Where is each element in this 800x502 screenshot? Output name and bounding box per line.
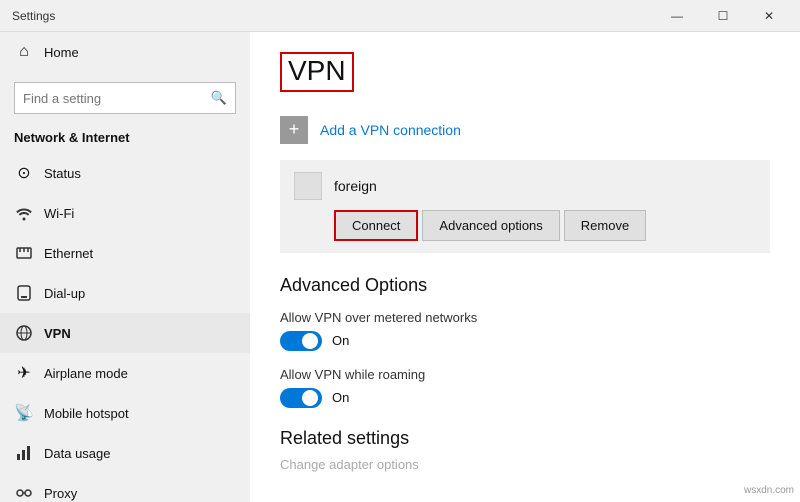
advanced-options-title: Advanced Options bbox=[280, 275, 770, 296]
search-input[interactable] bbox=[23, 91, 211, 106]
add-icon: + bbox=[280, 116, 308, 144]
advanced-options-button[interactable]: Advanced options bbox=[422, 210, 559, 241]
vpn-buttons: Connect Advanced options Remove bbox=[294, 210, 756, 241]
maximize-button[interactable]: ☐ bbox=[700, 0, 746, 32]
vpn-entry-name: foreign bbox=[334, 178, 377, 194]
window-controls: — ☐ ✕ bbox=[654, 0, 792, 32]
sidebar-item-label: VPN bbox=[44, 326, 71, 341]
app-title: Settings bbox=[12, 9, 55, 23]
watermark: wsxdn.com bbox=[744, 485, 794, 496]
sidebar-item-label: Airplane mode bbox=[44, 366, 128, 381]
sidebar-item-ethernet[interactable]: Ethernet bbox=[0, 233, 250, 273]
wifi-icon bbox=[14, 203, 34, 223]
sidebar-item-datausage[interactable]: Data usage bbox=[0, 433, 250, 473]
sidebar-item-airplane[interactable]: ✈ Airplane mode bbox=[0, 353, 250, 393]
ethernet-icon bbox=[14, 243, 34, 263]
sidebar-item-label: Ethernet bbox=[44, 246, 93, 261]
sidebar-section-title: Network & Internet bbox=[0, 124, 250, 153]
add-vpn-label: Add a VPN connection bbox=[320, 122, 461, 138]
sidebar-item-wifi[interactable]: Wi-Fi bbox=[0, 193, 250, 233]
vpn-entry: foreign Connect Advanced options Remove bbox=[280, 160, 770, 253]
option-roaming-label: Allow VPN while roaming bbox=[280, 367, 770, 382]
sidebar-search[interactable]: 🔍 bbox=[14, 82, 236, 114]
search-icon: 🔍 bbox=[211, 90, 227, 106]
minimize-button[interactable]: — bbox=[654, 0, 700, 32]
hotspot-icon: 📡 bbox=[14, 403, 34, 423]
status-icon: ⊙ bbox=[14, 163, 34, 183]
add-vpn-row[interactable]: + Add a VPN connection bbox=[280, 116, 770, 144]
home-icon: ⌂ bbox=[14, 42, 34, 62]
connect-button[interactable]: Connect bbox=[334, 210, 418, 241]
airplane-icon: ✈ bbox=[14, 363, 34, 383]
app-body: ⌂ Home 🔍 Network & Internet ⊙ Status Wi-… bbox=[0, 32, 800, 502]
option-row-roaming: Allow VPN while roaming On bbox=[280, 367, 770, 408]
title-bar: Settings — ☐ ✕ bbox=[0, 0, 800, 32]
vpn-entry-icon bbox=[294, 172, 322, 200]
sidebar-item-home[interactable]: ⌂ Home bbox=[0, 32, 250, 72]
toggle-row-roaming: On bbox=[280, 388, 770, 408]
sidebar-item-label: Status bbox=[44, 166, 81, 181]
close-button[interactable]: ✕ bbox=[746, 0, 792, 32]
sidebar-item-label: Wi-Fi bbox=[44, 206, 74, 221]
proxy-icon bbox=[14, 483, 34, 502]
sidebar-item-label: Data usage bbox=[44, 446, 111, 461]
sidebar-item-hotspot[interactable]: 📡 Mobile hotspot bbox=[0, 393, 250, 433]
toggle-roaming-state: On bbox=[332, 390, 349, 405]
content-area: VPN + Add a VPN connection foreign Conne… bbox=[250, 32, 800, 502]
sidebar-home-label: Home bbox=[44, 45, 79, 60]
option-row-metered: Allow VPN over metered networks On bbox=[280, 310, 770, 351]
remove-button[interactable]: Remove bbox=[564, 210, 646, 241]
option-metered-label: Allow VPN over metered networks bbox=[280, 310, 770, 325]
toggle-row-metered: On bbox=[280, 331, 770, 351]
toggle-metered[interactable] bbox=[280, 331, 322, 351]
toggle-roaming[interactable] bbox=[280, 388, 322, 408]
related-settings-title: Related settings bbox=[280, 428, 770, 449]
sidebar-item-status[interactable]: ⊙ Status bbox=[0, 153, 250, 193]
sidebar-item-dialup[interactable]: Dial-up bbox=[0, 273, 250, 313]
toggle-metered-state: On bbox=[332, 333, 349, 348]
sidebar-item-label: Mobile hotspot bbox=[44, 406, 129, 421]
sidebar-item-label: Proxy bbox=[44, 486, 77, 501]
sidebar-item-label: Dial-up bbox=[44, 286, 85, 301]
datausage-icon bbox=[14, 443, 34, 463]
sidebar-item-proxy[interactable]: Proxy bbox=[0, 473, 250, 502]
change-adapter-link[interactable]: Change adapter options bbox=[280, 457, 770, 472]
sidebar-item-vpn[interactable]: VPN bbox=[0, 313, 250, 353]
vpn-icon bbox=[14, 323, 34, 343]
sidebar: ⌂ Home 🔍 Network & Internet ⊙ Status Wi-… bbox=[0, 32, 250, 502]
page-title: VPN bbox=[280, 52, 354, 92]
vpn-entry-header: foreign bbox=[294, 172, 756, 200]
dialup-icon bbox=[14, 283, 34, 303]
